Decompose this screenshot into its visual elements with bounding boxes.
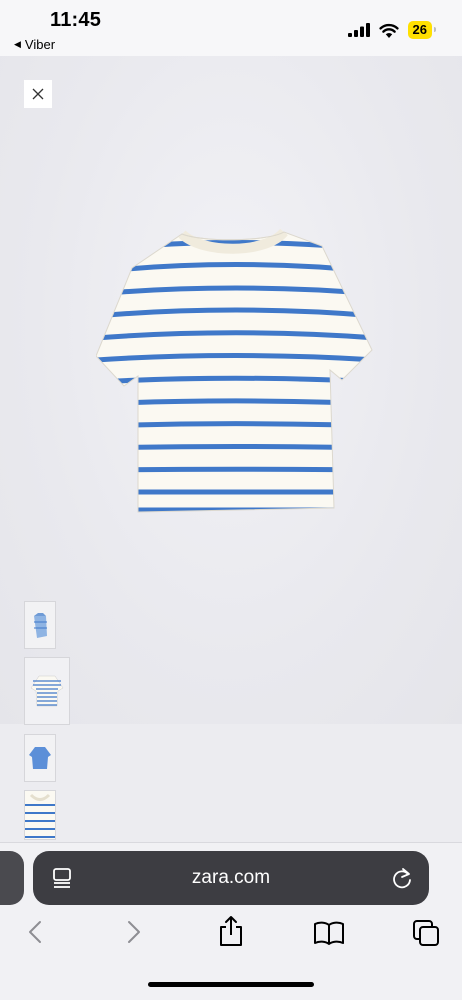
thumb-folded-shirt[interactable] — [24, 601, 56, 649]
forward-icon[interactable] — [125, 919, 143, 945]
home-indicator[interactable] — [148, 982, 314, 987]
tabs-icon[interactable] — [412, 919, 440, 947]
previous-tab-pill[interactable] — [0, 851, 24, 905]
bookmarks-icon[interactable] — [313, 921, 345, 945]
signal-icon — [347, 23, 370, 37]
url-text: zara.com — [191, 867, 271, 888]
status-time: 11:45 — [50, 9, 102, 31]
share-icon[interactable] — [218, 915, 244, 947]
thumb-blue-shirt[interactable] — [24, 734, 56, 782]
thumb-striped-shirt-front[interactable] — [24, 657, 70, 725]
close-icon — [32, 88, 44, 100]
address-bar[interactable]: zara.com — [33, 851, 429, 905]
thumb-striped-shirt-detail[interactable] — [24, 790, 56, 840]
close-button[interactable] — [24, 80, 52, 108]
reload-icon[interactable] — [391, 866, 413, 890]
status-bar: 11:45 ◀ Viber 26 — [0, 0, 462, 56]
battery-icon: 26 — [407, 21, 437, 39]
back-triangle-icon: ◀ — [14, 39, 21, 49]
back-app-label: Viber — [24, 37, 56, 52]
lower-background — [0, 724, 462, 842]
wifi-icon — [378, 23, 399, 38]
back-icon[interactable] — [26, 919, 44, 945]
battery-level: 26 — [412, 22, 427, 37]
back-to-app-link[interactable]: ◀ Viber — [14, 37, 55, 52]
product-image-striped-tshirt — [96, 228, 373, 513]
browser-bar: zara.com — [0, 842, 462, 1000]
status-icons: 26 — [347, 21, 437, 39]
